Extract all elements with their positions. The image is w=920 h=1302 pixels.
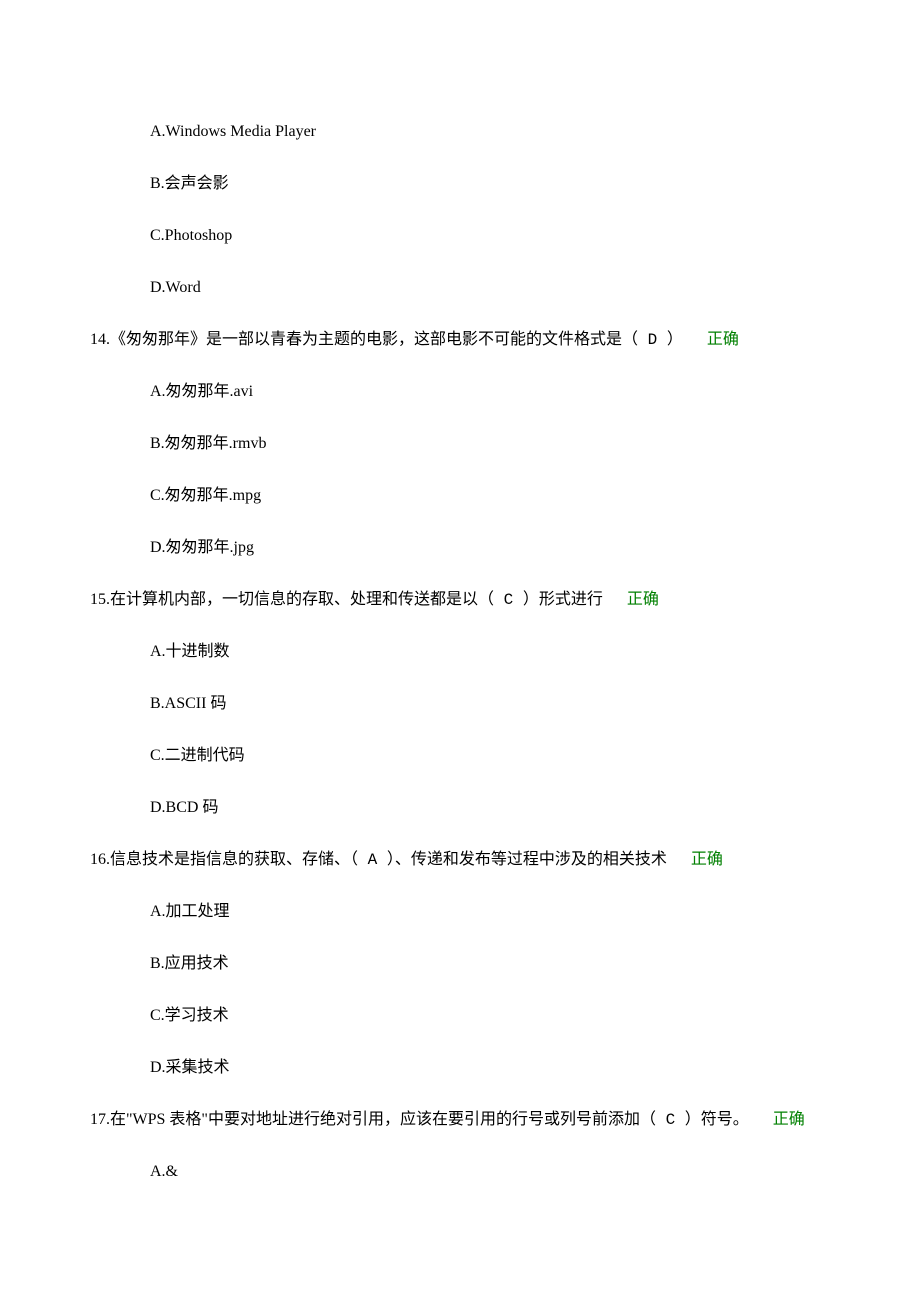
answer-blank: A: [358, 851, 387, 869]
question-number: 16.: [90, 851, 110, 868]
q14-option-d: D.匆匆那年.jpg: [90, 536, 830, 560]
option-text: B.匆匆那年.rmvb: [150, 435, 266, 452]
q14-option-b: B.匆匆那年.rmvb: [90, 432, 830, 456]
q13-option-a: A.Windows Media Player: [90, 120, 830, 144]
q15-option-d: D.BCD 码: [90, 796, 830, 820]
q17-option-a: A.&: [90, 1160, 830, 1184]
option-text: C.Photoshop: [150, 227, 232, 244]
option-text: D.Word: [150, 279, 201, 296]
correct-badge: 正确: [691, 851, 723, 868]
option-text: D.匆匆那年.jpg: [150, 539, 254, 556]
q15-stem: 15.在计算机内部，一切信息的存取、处理和传送都是以（ C ）形式进行 正确: [90, 588, 830, 612]
question-text-after: ）符号。: [685, 1111, 749, 1128]
q16-option-d: D.采集技术: [90, 1056, 830, 1080]
q15-option-c: C.二进制代码: [90, 744, 830, 768]
question-17: 17.在"WPS 表格"中要对地址进行绝对引用，应该在要引用的行号或列号前添加（…: [90, 1108, 830, 1184]
q16-option-c: C.学习技术: [90, 1004, 830, 1028]
q13-option-b: B.会声会影: [90, 172, 830, 196]
q17-stem: 17.在"WPS 表格"中要对地址进行绝对引用，应该在要引用的行号或列号前添加（…: [90, 1108, 830, 1132]
q15-option-a: A.十进制数: [90, 640, 830, 664]
answer-blank: C: [494, 591, 523, 609]
q13-option-c: C.Photoshop: [90, 224, 830, 248]
question-15: 15.在计算机内部，一切信息的存取、处理和传送都是以（ C ）形式进行 正确 A.…: [90, 588, 830, 820]
question-16: 16.信息技术是指信息的获取、存储、（ A ）、传递和发布等过程中涉及的相关技术…: [90, 848, 830, 1080]
question-text-after: ）形式进行: [523, 591, 603, 608]
question-number: 15.: [90, 591, 110, 608]
question-text-after: ）: [667, 331, 683, 348]
option-text: D.BCD 码: [150, 799, 218, 816]
option-text: A.十进制数: [150, 643, 230, 660]
q16-option-b: B.应用技术: [90, 952, 830, 976]
q13-option-d: D.Word: [90, 276, 830, 300]
q14-option-a: A.匆匆那年.avi: [90, 380, 830, 404]
correct-badge: 正确: [773, 1111, 805, 1128]
q13-options-partial: A.Windows Media Player B.会声会影 C.Photosho…: [90, 120, 830, 300]
option-text: C.匆匆那年.mpg: [150, 487, 261, 504]
question-number: 17.: [90, 1111, 110, 1128]
question-number: 14.: [90, 331, 110, 348]
option-text: C.学习技术: [150, 1007, 229, 1024]
answer-blank: C: [656, 1111, 685, 1129]
q15-option-b: B.ASCII 码: [90, 692, 830, 716]
correct-badge: 正确: [707, 331, 739, 348]
option-text: B.会声会影: [150, 175, 229, 192]
option-text: B.ASCII 码: [150, 695, 226, 712]
question-text-before: 信息技术是指信息的获取、存储、（: [110, 851, 358, 868]
answer-blank: D: [638, 331, 667, 349]
option-text: A.Windows Media Player: [150, 123, 316, 140]
option-text: A.&: [150, 1163, 178, 1180]
question-text-before: 《匆匆那年》是一部以青春为主题的电影，这部电影不可能的文件格式是（: [110, 331, 638, 348]
q16-option-a: A.加工处理: [90, 900, 830, 924]
q14-stem: 14.《匆匆那年》是一部以青春为主题的电影，这部电影不可能的文件格式是（ D ）…: [90, 328, 830, 352]
q16-stem: 16.信息技术是指信息的获取、存储、（ A ）、传递和发布等过程中涉及的相关技术…: [90, 848, 830, 872]
option-text: C.二进制代码: [150, 747, 245, 764]
question-text-before: 在计算机内部，一切信息的存取、处理和传送都是以（: [110, 591, 494, 608]
question-text-after: ）、传递和发布等过程中涉及的相关技术: [387, 851, 667, 868]
option-text: A.匆匆那年.avi: [150, 383, 253, 400]
correct-badge: 正确: [627, 591, 659, 608]
question-14: 14.《匆匆那年》是一部以青春为主题的电影，这部电影不可能的文件格式是（ D ）…: [90, 328, 830, 560]
option-text: A.加工处理: [150, 903, 230, 920]
option-text: B.应用技术: [150, 955, 229, 972]
option-text: D.采集技术: [150, 1059, 230, 1076]
q14-option-c: C.匆匆那年.mpg: [90, 484, 830, 508]
question-text-before: 在"WPS 表格"中要对地址进行绝对引用，应该在要引用的行号或列号前添加（: [110, 1111, 656, 1128]
